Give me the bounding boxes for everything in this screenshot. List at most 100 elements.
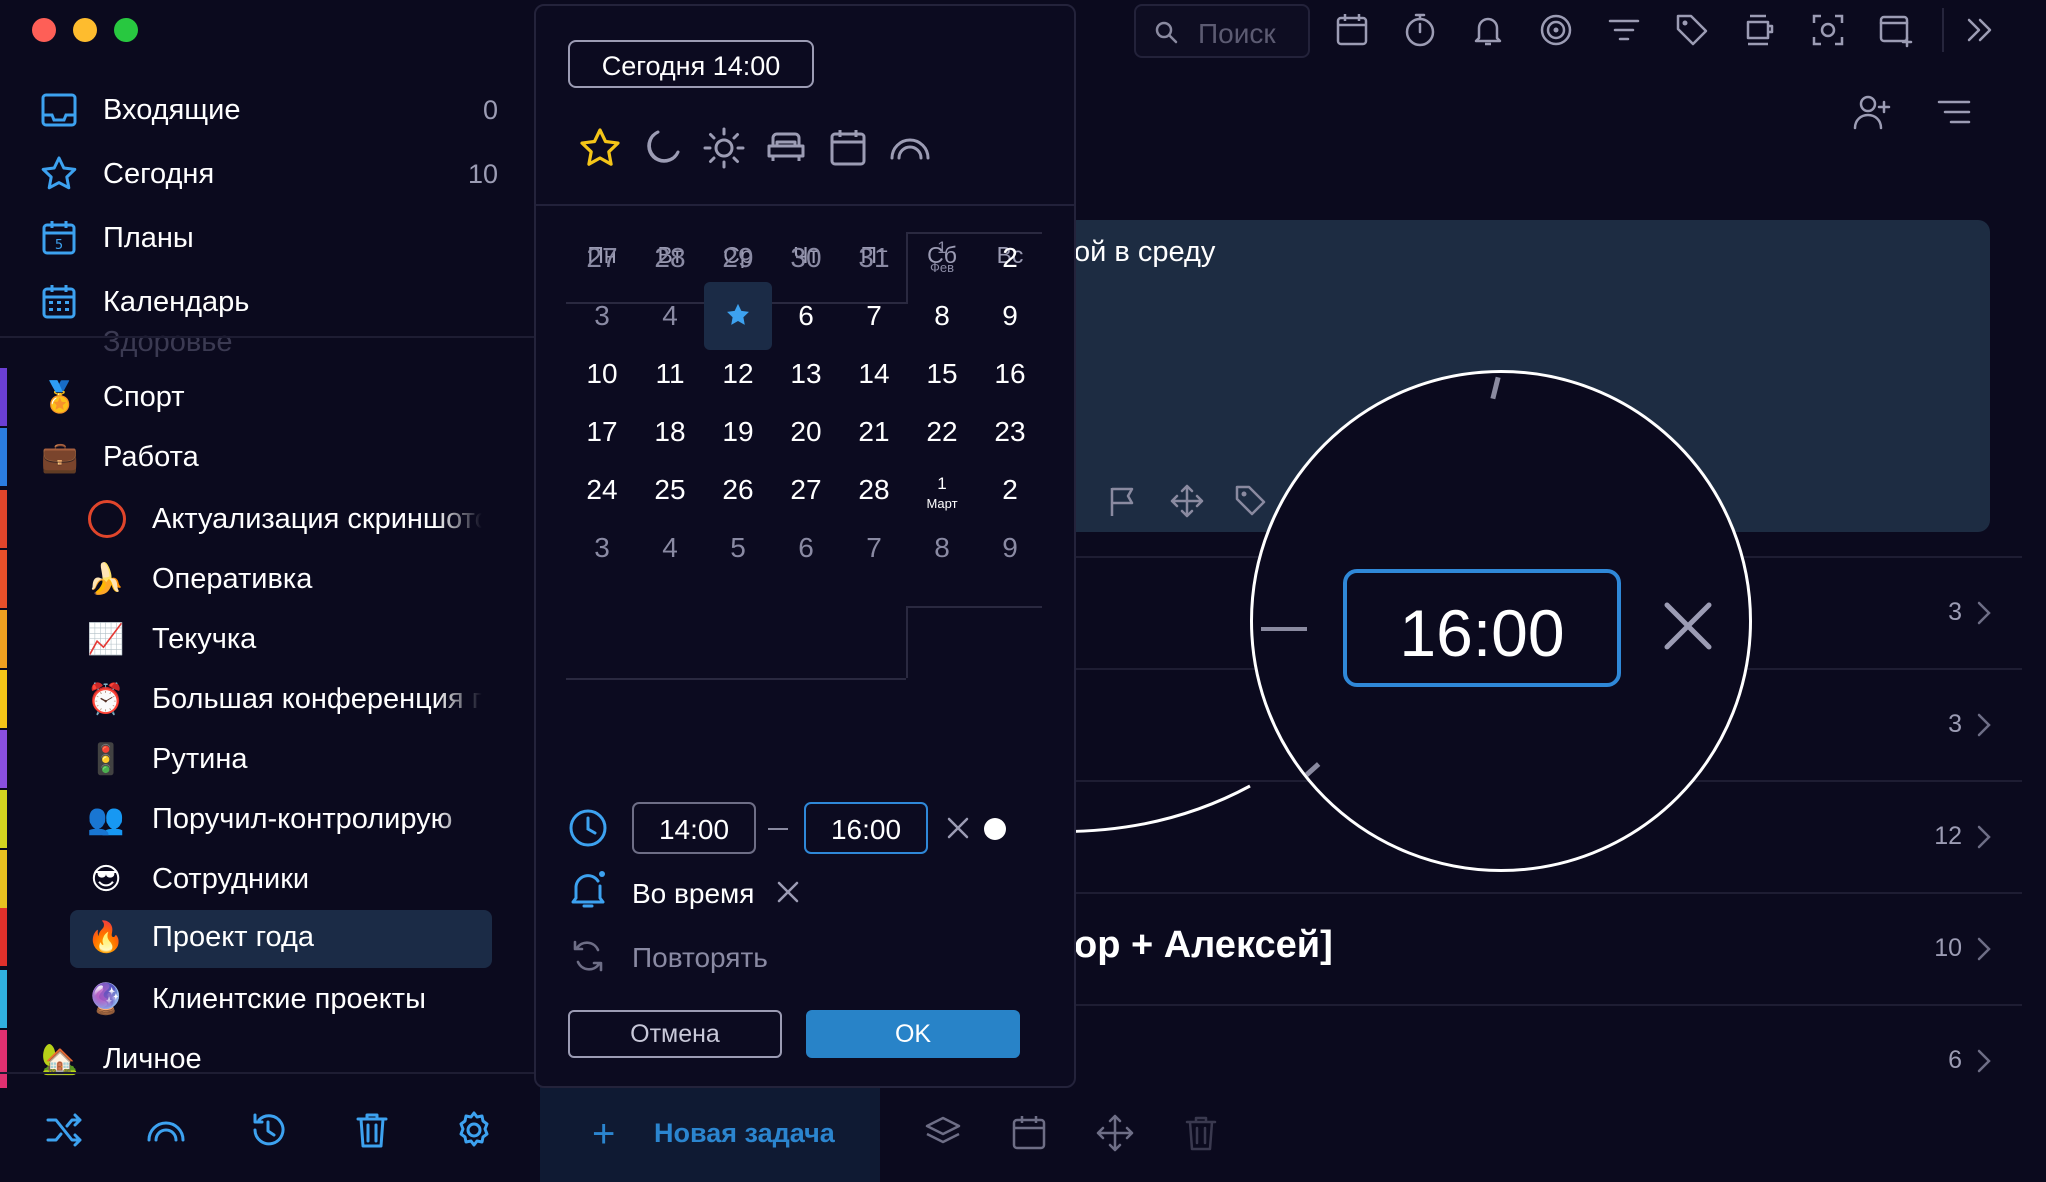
ok-button[interactable]: OK bbox=[806, 1010, 1020, 1058]
clock-icon bbox=[569, 809, 607, 847]
zoom-magnifier: 16:00 bbox=[1250, 370, 1752, 872]
add-window-icon[interactable] bbox=[1878, 12, 1914, 48]
calendar-day[interactable]: 7 bbox=[840, 514, 908, 582]
selected-date-text: Сегодня 14:00 bbox=[601, 51, 781, 81]
end-time-input[interactable]: 16:00 bbox=[804, 802, 928, 854]
project-tekuchka[interactable]: 📈 Текучка bbox=[0, 610, 534, 668]
area-sport[interactable]: 🏅 Спорт bbox=[0, 368, 534, 426]
zoom-dash bbox=[1261, 627, 1307, 631]
plus-icon: + bbox=[592, 1112, 616, 1156]
new-task-button[interactable]: + Новая задача bbox=[540, 1086, 880, 1182]
item-count: 3 bbox=[1948, 710, 1962, 738]
pick-date-calendar-icon[interactable] bbox=[826, 126, 870, 170]
month-label: Март bbox=[926, 496, 958, 511]
area-work[interactable]: 💼 Работа bbox=[0, 428, 534, 486]
list-item-title: ор + Алексей] bbox=[1074, 924, 1333, 966]
list-item[interactable]: 6 bbox=[1060, 1006, 2022, 1086]
focus-target-icon[interactable] bbox=[1538, 12, 1574, 48]
minimize-window-button[interactable] bbox=[73, 18, 97, 42]
screenshot-icon[interactable] bbox=[1810, 12, 1846, 48]
calendar-day[interactable]: 8 bbox=[908, 514, 976, 582]
flag-icon[interactable] bbox=[1106, 484, 1140, 518]
calendar-icon[interactable] bbox=[1334, 12, 1370, 48]
task-card-title: ой в среду bbox=[1074, 236, 1216, 268]
project-screenshots[interactable]: Актуализация скриншотов bbox=[0, 490, 534, 548]
cancel-button[interactable]: Отмена bbox=[568, 1010, 782, 1058]
chevron-right-icon bbox=[1977, 1049, 1991, 1073]
layers-icon[interactable] bbox=[924, 1114, 962, 1152]
project-color-bar bbox=[0, 610, 7, 668]
add-person-icon[interactable] bbox=[1852, 92, 1896, 132]
sidebar-item-calendar[interactable]: Календарь bbox=[0, 274, 534, 330]
repeat-label[interactable]: Повторять bbox=[632, 942, 768, 974]
double-chevron-right-icon[interactable] bbox=[1962, 12, 1998, 48]
today-star-icon[interactable] bbox=[578, 126, 622, 170]
shuffle-icon[interactable] bbox=[44, 1110, 84, 1150]
history-icon[interactable] bbox=[248, 1110, 288, 1150]
end-time-value: 16:00 bbox=[830, 814, 902, 845]
day-number: 1 bbox=[937, 474, 947, 493]
filter-icon[interactable] bbox=[1606, 12, 1642, 48]
tag-icon[interactable] bbox=[1234, 484, 1268, 518]
sidebar-item-plans[interactable]: 5 Планы bbox=[0, 210, 534, 266]
move-icon[interactable] bbox=[1170, 484, 1204, 518]
chevron-right-icon bbox=[1977, 825, 1991, 849]
trash-icon[interactable] bbox=[1182, 1114, 1220, 1152]
sidebar-item-today[interactable]: Сегодня 10 bbox=[0, 146, 534, 202]
calendar-day[interactable]: 3 bbox=[568, 514, 636, 582]
weekend-sofa-icon[interactable] bbox=[764, 126, 808, 170]
sort-lines-icon[interactable] bbox=[1936, 94, 1972, 130]
sidebar-item-inbox[interactable]: Входящие 0 bbox=[0, 82, 534, 138]
project-routine[interactable]: 🚦 Рутина bbox=[0, 730, 534, 788]
calendar-day[interactable]: 4 bbox=[636, 514, 704, 582]
close-window-button[interactable] bbox=[32, 18, 56, 42]
sidebar: Входящие 0 Сегодня 10 5 Планы Календарь … bbox=[0, 0, 534, 1182]
clear-time-icon[interactable] bbox=[946, 816, 970, 840]
project-conference[interactable]: ⏰ Большая конференция г bbox=[0, 670, 534, 728]
today-star-icon bbox=[727, 303, 749, 325]
reminder-bell-icon bbox=[571, 871, 605, 908]
sidebar-item-count: 0 bbox=[482, 94, 498, 125]
svg-text:5: 5 bbox=[55, 238, 63, 253]
calendar-day[interactable]: 6 bbox=[772, 514, 840, 582]
chevron-right-icon bbox=[1977, 937, 1991, 961]
rainbow-icon[interactable] bbox=[146, 1110, 186, 1150]
bell-icon[interactable] bbox=[1470, 12, 1506, 48]
cup-icon[interactable] bbox=[1742, 12, 1778, 48]
window-controls bbox=[32, 18, 138, 42]
project-label: Клиентские проекты bbox=[152, 982, 426, 1015]
clear-reminder-icon[interactable] bbox=[776, 880, 800, 904]
maximize-window-button[interactable] bbox=[114, 18, 138, 42]
tag-icon[interactable] bbox=[1674, 12, 1710, 48]
project-color-bar bbox=[0, 790, 7, 848]
month-boundary bbox=[906, 606, 1042, 608]
someday-rainbow-icon[interactable] bbox=[888, 126, 932, 170]
calendar-icon[interactable] bbox=[1010, 1114, 1048, 1152]
area-label: Личное bbox=[103, 1042, 202, 1075]
project-label: Оперативка bbox=[152, 562, 313, 595]
project-label: Актуализация скриншотов bbox=[152, 502, 482, 535]
fire-icon: 🔥 bbox=[87, 920, 125, 954]
project-color-bar bbox=[0, 908, 7, 966]
project-label: Проект года bbox=[152, 920, 315, 953]
project-operativka[interactable]: 🍌 Оперативка bbox=[0, 550, 534, 608]
project-employees[interactable]: 😎 Сотрудники bbox=[0, 850, 534, 908]
project-delegated[interactable]: 👥 Поручил-контролирую bbox=[0, 790, 534, 848]
timer-icon[interactable] bbox=[1402, 12, 1438, 48]
highlight-dot bbox=[984, 818, 1006, 840]
sidebar-item-label: Календарь bbox=[103, 285, 250, 318]
calendar-day[interactable]: 9 bbox=[976, 514, 1044, 582]
start-time-input[interactable]: 14:00 bbox=[632, 802, 756, 854]
move-icon[interactable] bbox=[1096, 1114, 1134, 1152]
calendar-day[interactable]: 5 bbox=[704, 514, 772, 582]
project-of-the-year[interactable]: 🔥 Проект года bbox=[0, 908, 534, 968]
tomorrow-sun-icon[interactable] bbox=[702, 126, 746, 170]
selected-date-badge[interactable]: Сегодня 14:00 bbox=[568, 40, 814, 88]
evening-moon-icon[interactable] bbox=[640, 126, 684, 170]
trash-icon[interactable] bbox=[352, 1110, 392, 1150]
reminder-label[interactable]: Во время bbox=[632, 878, 754, 910]
settings-gear-icon[interactable] bbox=[454, 1110, 494, 1150]
search-input[interactable]: Поиск bbox=[1134, 4, 1310, 58]
repeat-icon bbox=[573, 940, 603, 972]
project-clients[interactable]: 🔮 Клиентские проекты bbox=[0, 970, 534, 1028]
